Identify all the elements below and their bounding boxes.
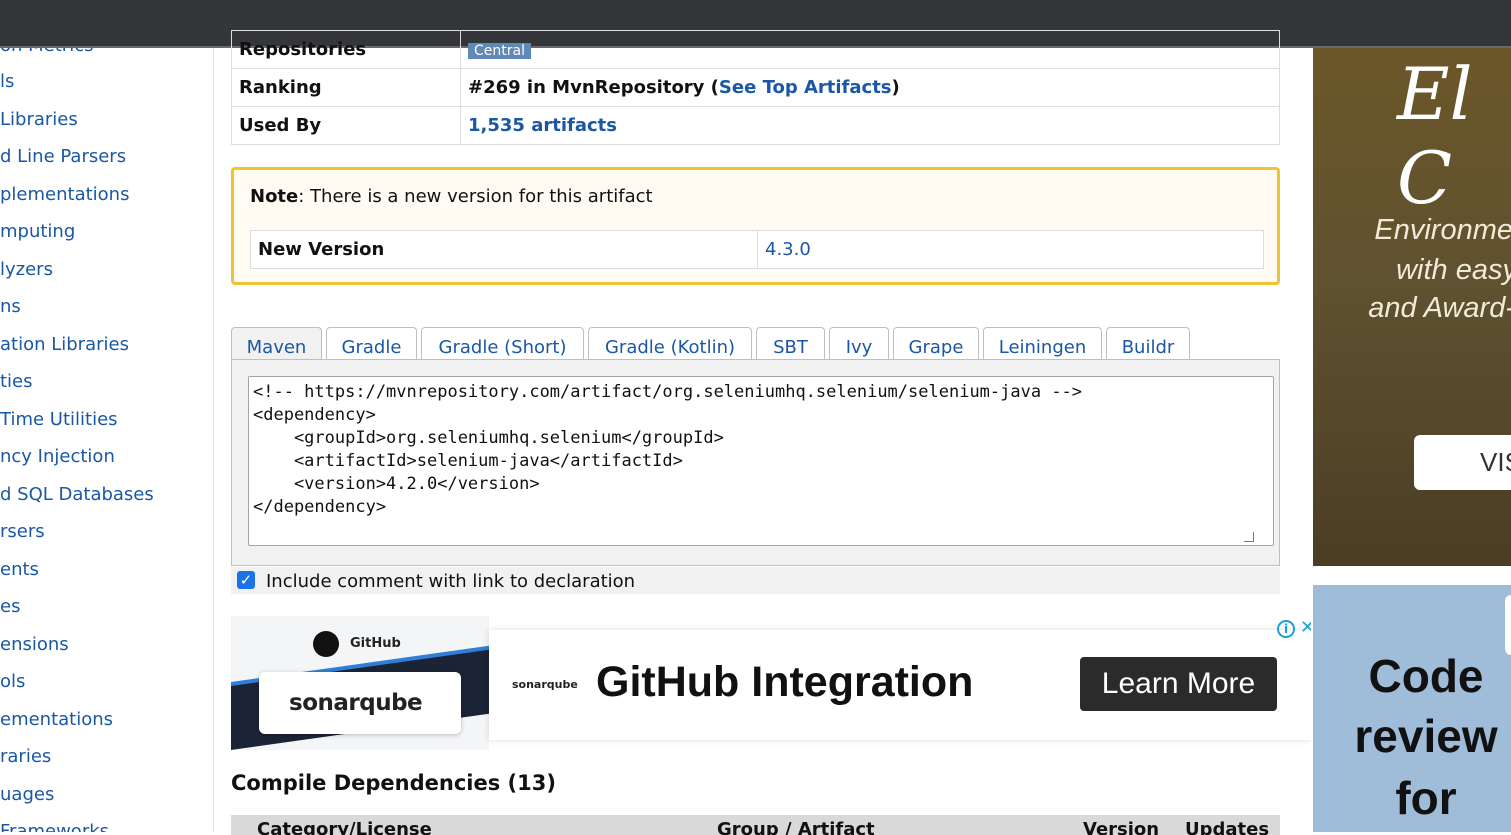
repositories-label: Repositories xyxy=(231,30,461,69)
ad-line-1: Code xyxy=(1368,650,1484,702)
tab-maven[interactable]: Maven xyxy=(231,327,322,361)
new-version-label: New Version xyxy=(250,230,758,269)
sonarqube-small-logo: sonarqube xyxy=(512,678,578,691)
ad-info-icon[interactable]: i xyxy=(1277,620,1295,638)
learn-more-button[interactable]: Learn More xyxy=(1080,657,1277,711)
ad-tagline-3: and Award- xyxy=(1368,292,1511,324)
table-row: New Version 4.3.0 xyxy=(250,230,1264,269)
sidebar-item[interactable]: lyzers xyxy=(0,258,53,282)
new-version-table: New Version 4.3.0 xyxy=(250,230,1264,269)
right-ad-code-review[interactable]: Code review for xyxy=(1313,585,1511,832)
compile-dependencies-header: Category/License Group / Artifact Versio… xyxy=(231,815,1280,835)
tab-grape[interactable]: Grape xyxy=(893,327,979,360)
ranking-text: #269 in MvnRepository ( xyxy=(468,77,719,98)
used-by-link[interactable]: 1,535 artifacts xyxy=(468,115,617,136)
dependency-snippet-textarea[interactable]: <!-- https://mvnrepository.com/artifact/… xyxy=(248,376,1274,546)
visit-button[interactable]: VIS xyxy=(1414,435,1511,490)
used-by-cell: 1,535 artifacts xyxy=(460,106,1280,145)
include-comment-row: ✓ Include comment with link to declarati… xyxy=(231,567,1280,594)
include-comment-checkbox[interactable]: ✓ xyxy=(237,571,255,589)
sidebar-item[interactable]: ols xyxy=(0,670,25,694)
dependency-snippet-panel: <!-- https://mvnrepository.com/artifact/… xyxy=(231,359,1280,566)
note-label: Note xyxy=(250,186,299,207)
sonarqube-card: sonarqube xyxy=(259,672,461,734)
include-comment-label[interactable]: Include comment with link to declaration xyxy=(266,571,635,592)
github-label: GitHub xyxy=(350,636,401,651)
table-row: Repositories Central xyxy=(231,30,1280,69)
sidebar-item[interactable]: ation Libraries xyxy=(0,333,129,357)
sidebar-item[interactable]: Libraries xyxy=(0,108,78,132)
sidebar-item[interactable]: mputing xyxy=(0,220,75,244)
new-version-link[interactable]: 4.3.0 xyxy=(757,230,1264,269)
tab-gradle-kotlin[interactable]: Gradle (Kotlin) xyxy=(588,327,752,360)
ad-content: sonarqube GitHub Integration Learn More xyxy=(489,630,1311,740)
sidebar-item[interactable]: plementations xyxy=(0,183,129,207)
sidebar-item[interactable]: d Line Parsers xyxy=(0,145,126,169)
ad-image: GitHub sonarqube xyxy=(231,616,489,750)
sidebar-item[interactable]: ensions xyxy=(0,633,69,657)
ad-card xyxy=(1505,595,1511,655)
ranking-label: Ranking xyxy=(231,68,461,107)
tab-sbt[interactable]: SBT xyxy=(756,327,825,360)
sidebar-item[interactable]: d SQL Databases xyxy=(0,483,154,507)
ad-tagline-2: with easy xyxy=(1396,254,1511,286)
compile-dependencies-title: Compile Dependencies (13) xyxy=(231,771,556,795)
sidebar-item[interactable]: es xyxy=(0,595,20,619)
sidebar-item[interactable]: ncy Injection xyxy=(0,445,115,469)
header-version: Version xyxy=(1083,819,1160,835)
table-row: Used By 1,535 artifacts xyxy=(231,106,1280,145)
sidebar-item[interactable]: ties xyxy=(0,370,33,394)
tab-leiningen[interactable]: Leiningen xyxy=(983,327,1102,360)
ranking-suffix: ) xyxy=(891,77,900,98)
header-category-license: Category/License xyxy=(257,819,432,835)
top-artifacts-link[interactable]: See Top Artifacts xyxy=(719,77,892,98)
ranking-cell: #269 in MvnRepository (See Top Artifacts… xyxy=(460,68,1280,107)
sidebar-item[interactable]: on Metrics xyxy=(0,48,93,58)
sonarqube-logo: sonarqube xyxy=(289,690,423,716)
artifact-info-table: Repositories Central Ranking #269 in Mvn… xyxy=(231,30,1280,145)
resize-grip-icon[interactable] xyxy=(1244,532,1254,542)
ad-headline: GitHub Integration xyxy=(596,658,974,706)
right-ad-hotel[interactable]: El C Environme with easy and Award- VIS xyxy=(1313,48,1511,566)
new-version-note: Note: There is a new version for this ar… xyxy=(231,167,1280,285)
tab-ivy[interactable]: Ivy xyxy=(829,327,889,360)
sidebar-item[interactable]: rsers xyxy=(0,520,45,544)
sidebar-item[interactable]: raries xyxy=(0,745,51,769)
ad-line-2: review xyxy=(1354,710,1498,762)
category-sidebar: on Metrics ls Libraries d Line Parsers p… xyxy=(0,48,214,832)
table-row: Ranking #269 in MvnRepository (See Top A… xyxy=(231,68,1280,107)
sidebar-item[interactable]: ls xyxy=(0,70,14,94)
repositories-cell: Central xyxy=(460,30,1280,69)
header-updates: Updates xyxy=(1185,819,1270,835)
ad-banner[interactable]: GitHub sonarqube sonarqube GitHub Integr… xyxy=(231,616,1311,750)
sidebar-item[interactable]: ementations xyxy=(0,708,113,732)
ad-line-3: for xyxy=(1395,772,1457,824)
sidebar-item[interactable]: Frameworks xyxy=(0,820,109,832)
tab-gradle-short[interactable]: Gradle (Short) xyxy=(421,327,584,360)
header-group-artifact: Group / Artifact xyxy=(717,819,875,835)
ad-close-icon[interactable]: ✕ xyxy=(1300,617,1311,638)
note-message: : There is a new version for this artifa… xyxy=(298,186,653,207)
ad-tagline-1: Environme xyxy=(1374,214,1511,246)
sidebar-item[interactable]: ns xyxy=(0,295,21,319)
used-by-label: Used By xyxy=(231,106,461,145)
tab-buildr[interactable]: Buildr xyxy=(1106,327,1190,360)
sidebar-item[interactable]: Time Utilities xyxy=(0,408,118,432)
ad-logo: El C xyxy=(1397,52,1473,220)
note-text: Note: There is a new version for this ar… xyxy=(250,186,653,207)
github-icon xyxy=(313,631,339,657)
sidebar-item[interactable]: uages xyxy=(0,783,54,807)
sidebar-item[interactable]: ents xyxy=(0,558,39,582)
tab-gradle[interactable]: Gradle xyxy=(326,327,417,360)
repository-badge[interactable]: Central xyxy=(468,43,531,59)
